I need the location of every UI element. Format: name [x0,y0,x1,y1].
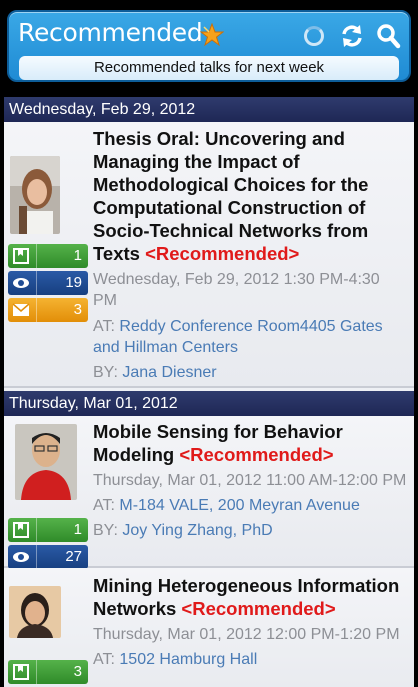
bookmark-count-badge[interactable]: 1 [8,518,88,542]
location-label: AT: [93,318,115,335]
talk-body: Mining Heterogeneous Information Network… [93,574,414,670]
view-count: 27 [65,548,82,565]
badge-divider [36,271,37,295]
bookmark-count: 3 [73,663,82,680]
app-frame: Recommended Recommended talks for next w… [0,0,418,687]
bookmark-count: 1 [73,521,82,538]
search-icon[interactable] [375,23,401,49]
speaker-link[interactable]: Joy Ying Zhang, PhD [122,522,272,539]
talk-title[interactable]: Thesis Oral: Uncovering and Managing the… [93,127,408,265]
date-header: Wednesday, Feb 29, 2012 [4,97,414,122]
speaker-photo [9,586,61,638]
speaker-photo [10,156,60,234]
bookmark-count: 1 [73,247,82,264]
talk-location: AT: 1502 Hamburg Hall [93,649,408,670]
refresh-icon[interactable] [339,23,365,49]
badge-divider [36,298,37,322]
talk-speaker: BY: Joy Ying Zhang, PhD [93,520,408,541]
speaker-link[interactable]: Jana Diesner [122,364,216,381]
bookmark-count-badge[interactable]: 1 [8,244,88,268]
recommended-tag: <Recommended> [179,444,334,465]
eye-icon [13,278,29,288]
email-count-badge[interactable]: 3 [8,298,88,322]
page-title: Recommended [18,18,203,47]
eye-icon [13,552,29,562]
star-icon [200,23,224,47]
view-count-badge[interactable]: 27 [8,545,88,569]
bookmark-count-badge[interactable]: 3 [8,660,88,684]
talk-stats: 1 27 [8,518,88,572]
bookmark-icon [13,664,29,680]
view-count: 19 [65,274,82,291]
location-label: AT: [93,651,115,668]
talk-time: Thursday, Mar 01, 2012 11:00 AM-12:00 PM [93,472,407,489]
talk-location: AT: M-184 VALE, 200 Meyran Avenue [93,495,408,516]
location-label: AT: [93,497,115,514]
email-count: 3 [73,301,82,318]
location-link[interactable]: M-184 VALE, 200 Meyran Avenue [119,497,359,514]
talk-item[interactable]: Mining Heterogeneous Information Network… [4,568,414,687]
location-link[interactable]: Reddy Conference Room4405 Gates and Hill… [93,318,383,356]
date-header: Thursday, Mar 01, 2012 [4,391,414,416]
talk-speaker: BY: Jana Diesner [93,362,408,383]
talk-location: AT: Reddy Conference Room4405 Gates and … [93,316,408,358]
header-bar: Recommended Recommended talks for next w… [7,10,411,82]
recommended-tag: <Recommended> [181,598,336,619]
recommended-tag: <Recommended> [145,243,300,264]
badge-divider [36,545,37,569]
badge-divider [36,244,37,268]
loading-spinner-icon [304,26,324,46]
header-subtitle: Recommended talks for next week [19,56,399,80]
talk-list[interactable]: Wednesday, Feb 29, 2012 Thesis Oral: Unc… [4,97,414,687]
talk-stats: 3 [8,660,88,687]
speaker-photo [15,424,77,500]
talk-body: Mobile Sensing for Behavior Modeling <Re… [93,420,414,541]
bookmark-icon [13,248,29,264]
talk-body: Thesis Oral: Uncovering and Managing the… [93,127,414,383]
location-link[interactable]: 1502 Hamburg Hall [119,651,257,668]
bookmark-icon [13,522,29,538]
talk-time: Thursday, Mar 01, 2012 12:00 PM-1:20 PM [93,626,400,643]
talk-title[interactable]: Mining Heterogeneous Information Network… [93,574,408,620]
talk-item[interactable]: Mobile Sensing for Behavior Modeling <Re… [4,416,414,569]
talk-time: Wednesday, Feb 29, 2012 1:30 PM-4:30 PM [93,271,380,309]
speaker-label: BY: [93,522,118,539]
badge-divider [36,660,37,684]
view-count-badge[interactable]: 19 [8,271,88,295]
talk-item[interactable]: Thesis Oral: Uncovering and Managing the… [4,122,414,388]
talk-title[interactable]: Mobile Sensing for Behavior Modeling <Re… [93,420,408,466]
talk-stats: 1 19 3 [8,244,88,325]
badge-divider [36,518,37,542]
speaker-label: BY: [93,364,118,381]
envelope-icon [12,303,30,316]
